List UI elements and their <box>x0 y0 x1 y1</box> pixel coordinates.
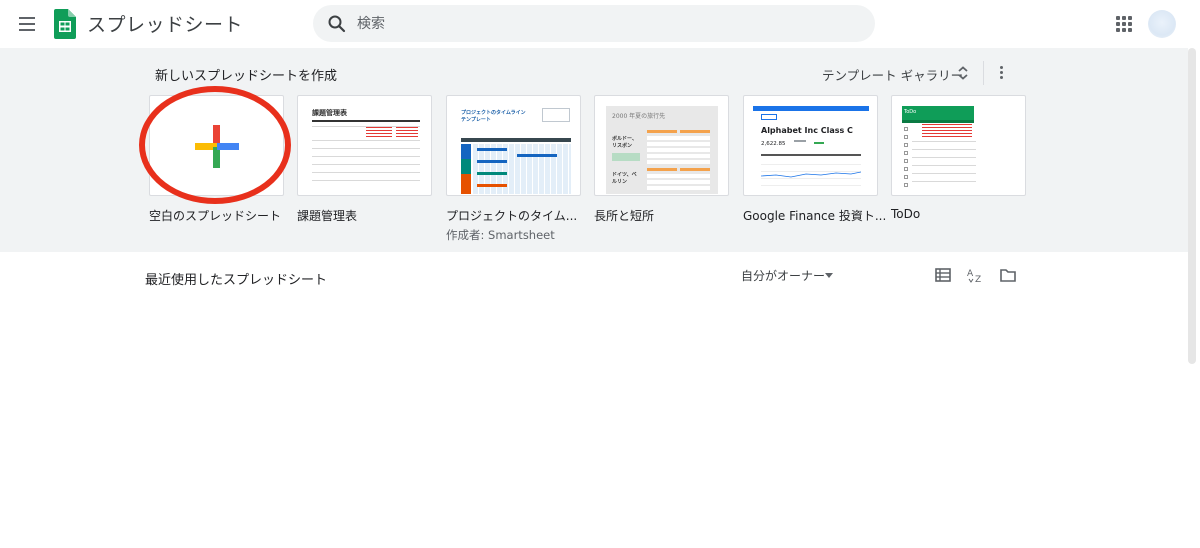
menu-icon[interactable] <box>16 12 40 36</box>
template-section: 新しいスプレッドシートを作成 テンプレート ギャラリー 空白のスプレッドシート … <box>0 48 1188 252</box>
account-avatar[interactable] <box>1148 10 1176 38</box>
template-issue-tracker[interactable]: 課題管理表 課題管理表 <box>297 95 432 224</box>
recent-title: 最近使用したスプレッドシート <box>145 273 328 288</box>
section-title: 新しいスプレッドシートを作成 <box>155 69 338 84</box>
thumb-title: Alphabet Inc Class C <box>761 126 853 135</box>
more-options-icon[interactable] <box>996 65 1006 81</box>
template-thumbnail[interactable]: 2000 年夏の旅行先 ボルドー、リスボン ドイツ、ベルリン <box>594 95 729 196</box>
thumb-price: 2,622.85 <box>761 141 786 147</box>
template-pros-cons[interactable]: 2000 年夏の旅行先 ボルドー、リスボン ドイツ、ベルリン 長所と短所 <box>594 95 729 224</box>
folder-icon[interactable] <box>999 266 1017 284</box>
template-thumbnail[interactable] <box>149 95 284 196</box>
template-name: 課題管理表 <box>297 209 358 223</box>
thumb-title: ToDo <box>904 109 917 115</box>
template-thumbnail[interactable]: Alphabet Inc Class C 2,622.85 <box>743 95 878 196</box>
svg-text:Z: Z <box>975 275 981 284</box>
unfold-icon[interactable] <box>957 66 969 80</box>
template-thumbnail[interactable]: ToDo <box>891 95 1026 196</box>
thumb-title: プロジェクトのタイムライン テンプレート <box>461 110 526 123</box>
template-name: ToDo <box>891 207 921 221</box>
finance-line-chart <box>761 171 861 178</box>
thumb-city: ドイツ、ベルリン <box>612 172 637 185</box>
sheets-logo-icon[interactable] <box>54 9 76 39</box>
owner-filter-button[interactable]: 自分がオーナー <box>741 267 825 284</box>
template-google-finance[interactable]: Alphabet Inc Class C 2,622.85 Google Fin… <box>743 95 887 224</box>
template-thumbnail[interactable]: プロジェクトのタイムライン テンプレート <box>446 95 581 196</box>
app-title: スプレッドシート <box>87 14 244 36</box>
search-icon[interactable] <box>327 14 347 34</box>
thumb-city: ボルドー、リスボン <box>612 136 637 149</box>
search-bar[interactable] <box>313 5 875 42</box>
caret-down-icon[interactable] <box>825 273 833 278</box>
divider <box>983 61 984 85</box>
thumb-title: 課題管理表 <box>312 109 347 117</box>
search-input[interactable] <box>357 5 837 42</box>
template-blank[interactable]: 空白のスプレッドシート <box>149 95 284 224</box>
template-name: プロジェクトのタイム... <box>446 209 578 223</box>
template-author: 作成者: Smartsheet <box>446 228 555 242</box>
sort-az-icon[interactable]: A Z <box>966 266 984 284</box>
template-todo[interactable]: ToDo ToDo <box>891 95 1026 221</box>
template-thumbnail[interactable]: 課題管理表 <box>297 95 432 196</box>
list-view-icon[interactable] <box>934 266 952 284</box>
scrollbar[interactable] <box>1188 48 1196 364</box>
plus-icon <box>195 125 239 168</box>
svg-text:A: A <box>967 269 974 279</box>
template-name: 空白のスプレッドシート <box>149 209 282 223</box>
template-project-timeline[interactable]: プロジェクトのタイムライン テンプレート プロジェクトのタイム... 作成者: … <box>446 95 581 243</box>
top-bar: スプレッドシート <box>0 0 1200 48</box>
template-name: 長所と短所 <box>594 209 655 223</box>
template-gallery-button[interactable]: テンプレート ギャラリー <box>822 65 963 84</box>
thumb-title: 2000 年夏の旅行先 <box>612 113 666 120</box>
template-name: Google Finance 投資ト... <box>743 209 887 223</box>
apps-grid-icon[interactable] <box>1116 16 1132 32</box>
